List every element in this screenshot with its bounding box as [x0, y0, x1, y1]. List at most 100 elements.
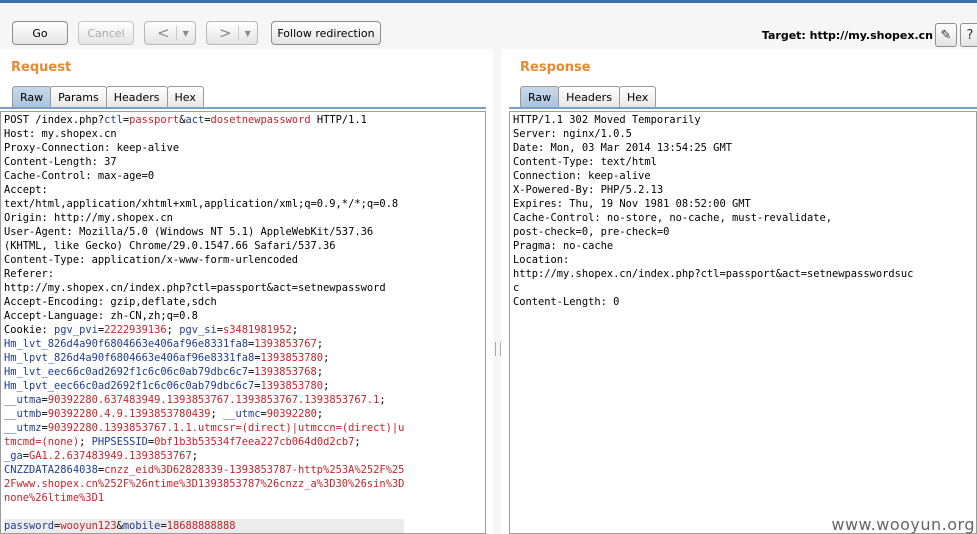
param-name: __utmc	[222, 408, 261, 420]
param-value: 1393853768	[254, 366, 317, 378]
param-value: 90392280.1393853767.1.1.utmcsr=(direct)|…	[47, 422, 405, 434]
response-line: http://my.shopex.cn/index.php?ctl=passpo…	[513, 267, 913, 281]
param-value: GA1.2.637483949.1393853767	[29, 450, 192, 462]
param-name: mobile	[122, 520, 161, 532]
request-line: _ga=GA1.2.637483949.1393853767;	[4, 449, 404, 463]
request-line: Accept-Encoding: gzip,deflate,sdch	[4, 295, 404, 309]
tab-response-headers[interactable]: Headers	[558, 86, 620, 108]
param-name: act	[185, 114, 205, 126]
follow-redirection-button[interactable]: Follow redirection	[271, 21, 381, 45]
response-tab-underline	[509, 107, 977, 109]
param-name: __utmz	[4, 422, 42, 434]
response-line: Cache-Control: no-store, no-cache, must-…	[513, 211, 913, 225]
request-line: POST /index.php?ctl=passport&act=dosetne…	[4, 113, 404, 127]
line-text: ;	[354, 436, 361, 448]
line-text: Accept-Language: zh-CN,zh;q=0.8	[4, 310, 198, 322]
response-editor[interactable]: HTTP/1.1 302 Moved Temporarily Server: ng…	[509, 111, 977, 534]
param-value: 2222939136	[104, 324, 167, 336]
line-text: Content-Type: application/x-www-form-url…	[4, 254, 299, 266]
tab-request-headers[interactable]: Headers	[105, 86, 168, 108]
target-label: Target: http://my.shopex.cn	[761, 29, 933, 42]
go-button[interactable]: Go	[12, 21, 68, 45]
param-value: wooyun123	[60, 520, 117, 532]
param-value: 18688888888	[166, 520, 236, 532]
request-line: Proxy-Connection: keep-alive	[4, 141, 404, 155]
param-name: __utma	[4, 394, 42, 406]
param-value: 90392280.4.9.1393853780439	[47, 408, 211, 420]
response-line: Date: Mon, 03 Mar 2014 13:54:25 GMT	[513, 141, 913, 155]
tab-response-hex[interactable]: Hex	[618, 86, 657, 108]
request-editor[interactable]: POST /index.php?ctl=passport&act=dosetne…	[0, 111, 486, 534]
request-line: password=wooyun123&mobile=18688888888	[4, 519, 405, 533]
line-text: HTTP/1.1 302 Moved Temporarily	[513, 114, 701, 126]
response-title: Response	[520, 60, 591, 75]
response-line: Location:	[513, 253, 913, 267]
request-line: Accept:	[4, 183, 404, 197]
response-line: Content-Type: text/html	[513, 155, 913, 169]
cancel-button[interactable]: Cancel	[78, 21, 134, 45]
param-name: Hm_lvt_826d4a90f6804663e406af96e8331fa8	[4, 338, 248, 350]
request-title: Request	[11, 60, 72, 75]
param-value: 1393853780	[260, 352, 324, 364]
line-text: Cache-Control: max-age=0	[4, 170, 155, 182]
pane-splitter[interactable]	[493, 49, 501, 534]
request-lines: POST /index.php?ctl=passport&act=dosetne…	[4, 113, 405, 533]
splitter-grip-icon[interactable]	[495, 342, 501, 356]
line-text: Referer:	[4, 268, 55, 280]
response-line: X-Powered-By: PHP/5.2.13	[513, 183, 913, 197]
line-text: ;	[323, 380, 330, 392]
request-line: Hm_lpvt_826d4a90f6804663e406af96e8331fa8…	[4, 351, 404, 365]
line-text: Location:	[513, 254, 570, 266]
param-value: tmcmd=(none)	[4, 436, 80, 448]
edit-target-button[interactable]: ✎	[935, 23, 957, 47]
forward-button[interactable]: > ▼	[206, 21, 258, 45]
line-text: Date: Mon, 03 Mar 2014 13:54:25 GMT	[513, 142, 732, 154]
param-value: 2Fwww.shopex.cn%252F%26ntime%3D139385378…	[4, 478, 405, 490]
param-name: Hm_lpvt_826d4a90f6804663e406af96e8331fa8	[4, 352, 255, 364]
response-line: HTTP/1.1 302 Moved Temporarily	[513, 113, 913, 127]
request-line: Referer:	[4, 267, 404, 281]
param-name: pgv_pvi	[54, 324, 98, 336]
param-value: passport	[129, 114, 180, 126]
tab-request-params[interactable]: Params	[50, 86, 107, 108]
param-name: _ga	[4, 450, 23, 462]
param-value: 1393853780	[260, 380, 324, 392]
request-line: Cache-Control: max-age=0	[4, 169, 404, 183]
line-text: Content-Length: 0	[513, 296, 620, 308]
response-tabs: Raw Headers Hex	[520, 86, 657, 108]
chevron-down-icon[interactable]: ▼	[183, 29, 189, 38]
line-text: Content-Type: text/html	[513, 156, 657, 168]
line-text: Cache-Control: no-store, no-cache, must-…	[513, 212, 833, 224]
tab-request-hex[interactable]: Hex	[166, 86, 204, 108]
request-line: Cookie: pgv_pvi=2222939136; pgv_si=s3481…	[4, 323, 404, 337]
line-text: ;	[191, 450, 198, 462]
param-name: ctl	[104, 114, 123, 126]
chevron-down-icon[interactable]: ▼	[245, 29, 251, 38]
request-line: http://my.shopex.cn/index.php?ctl=passpo…	[4, 281, 404, 295]
request-line: Content-Type: application/x-www-form-url…	[4, 253, 404, 267]
line-text: ;	[316, 338, 324, 350]
param-name: Hm_lvt_eec66c0ad2692f1c6c06c0ab79dbc6c7	[4, 366, 248, 378]
request-line: none%26ltime%3D1	[4, 491, 404, 505]
param-value: 1393853767	[254, 338, 317, 350]
tab-request-raw[interactable]: Raw	[12, 86, 52, 108]
help-button[interactable]: ?	[960, 23, 977, 47]
param-name: Hm_lpvt_eec66c0ad2692f1c6c06c0ab79dbc6c7	[4, 380, 255, 392]
button-separator	[175, 26, 177, 40]
line-text: ;	[166, 324, 180, 336]
request-tabs: Raw Params Headers Hex	[12, 86, 204, 108]
line-text: ;	[323, 352, 330, 364]
request-line: Content-Length: 37	[4, 155, 404, 169]
request-line: Hm_lvt_eec66c0ad2692f1c6c06c0ab79dbc6c7=…	[4, 365, 404, 379]
line-text: Connection: keep-alive	[513, 170, 651, 182]
pencil-icon: ✎	[940, 27, 952, 43]
line-text: Origin: http://my.shopex.cn	[4, 212, 173, 224]
tab-response-raw[interactable]: Raw	[520, 86, 560, 108]
response-line: post-check=0, pre-check=0	[513, 225, 913, 239]
param-value: s3481981952	[223, 324, 292, 336]
param-name: PHPSESSID	[91, 436, 148, 448]
back-button[interactable]: < ▼	[144, 21, 196, 45]
param-value: 90392280.637483949.1393853767.1393853767…	[47, 394, 380, 406]
line-text: Accept-Encoding: gzip,deflate,sdch	[4, 296, 217, 308]
line-text: Server: nginx/1.0.5	[513, 128, 632, 140]
